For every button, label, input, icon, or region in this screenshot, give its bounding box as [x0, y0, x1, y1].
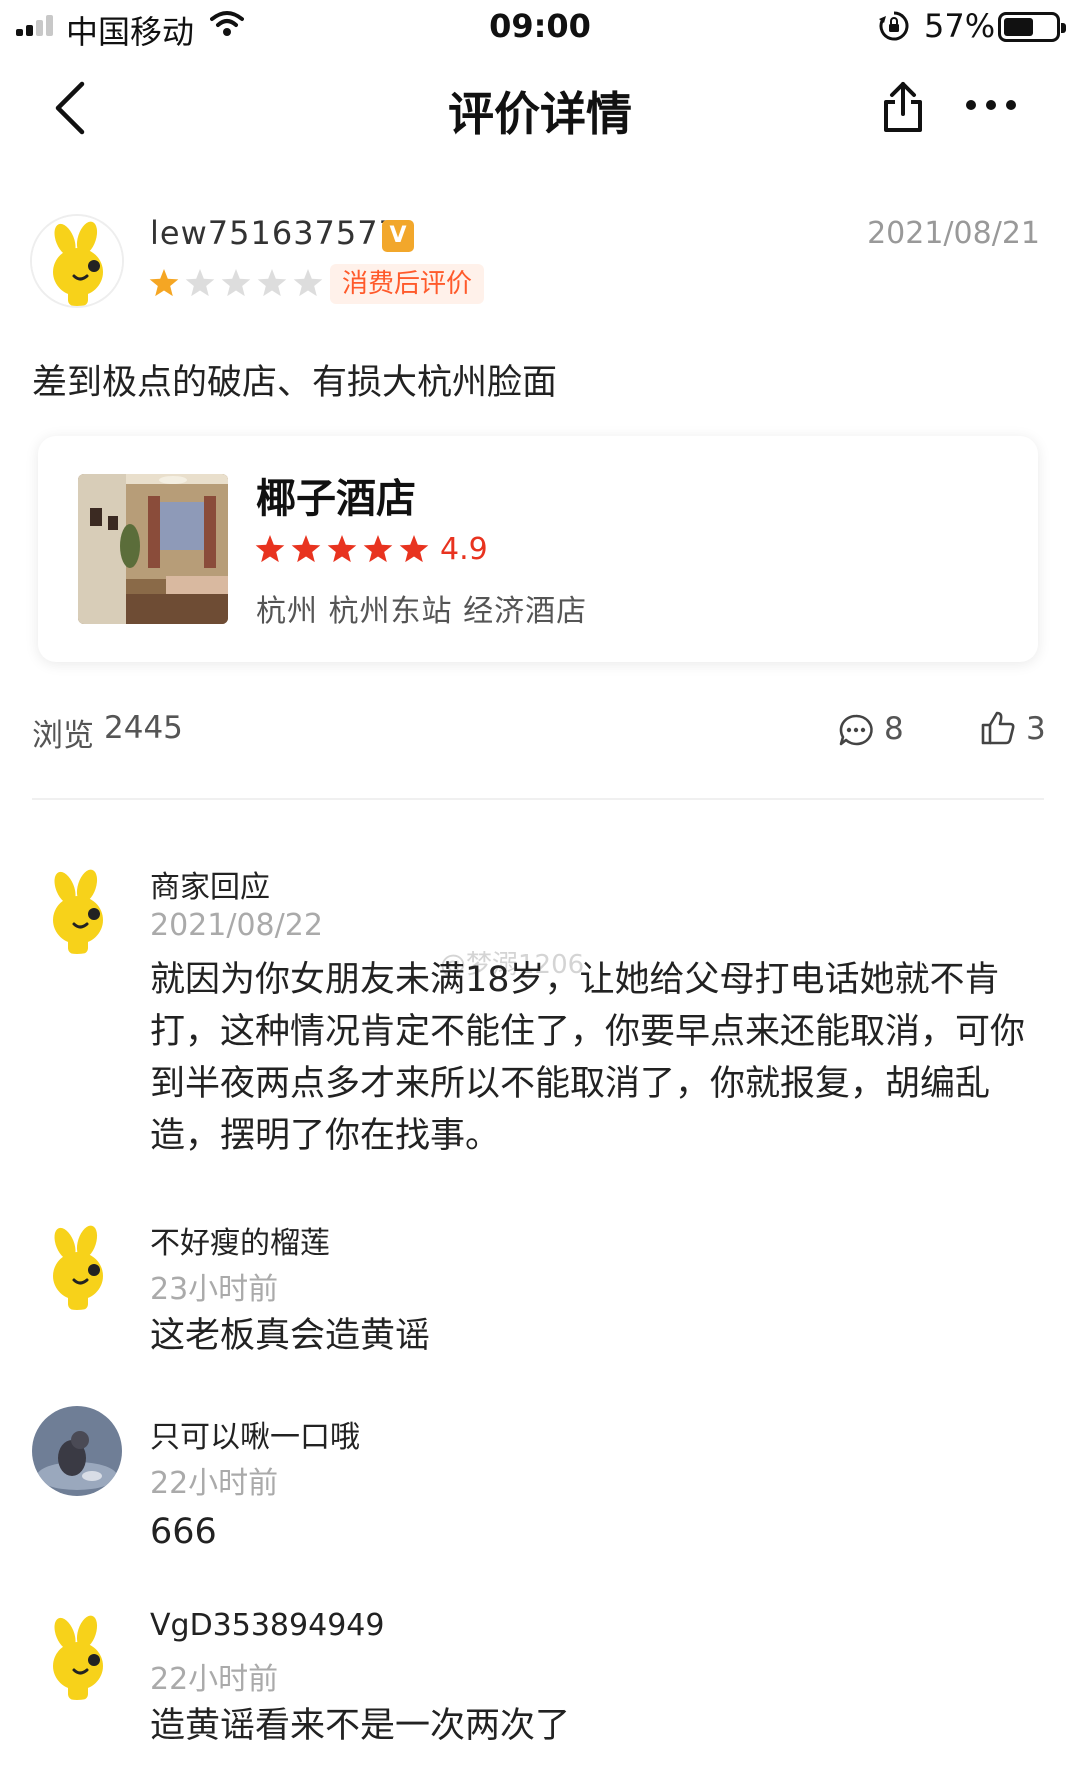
reviewer-avatar[interactable] [32, 216, 122, 306]
comment-text: 造黄谣看来不是一次两次了 [150, 1706, 571, 1746]
battery-percentage: 57% [924, 7, 996, 45]
comment-time: 23小时前 [150, 1272, 279, 1307]
status-bar: 中国移动 09:00 57% [0, 0, 1080, 56]
review-star-empty-icon [293, 269, 323, 297]
review-star-rating [149, 269, 323, 297]
hotel-star-filled-icon [255, 535, 285, 563]
section-divider [32, 798, 1044, 800]
comment-icon[interactable] [838, 713, 874, 747]
hotel-star-filled-icon [363, 535, 393, 563]
reviewer-username[interactable]: lew751637577 [150, 214, 400, 252]
clock: 09:00 [489, 7, 591, 45]
mascot-hand-icon [32, 216, 122, 306]
comment-time: 22小时前 [150, 1662, 279, 1697]
commenter-avatar[interactable] [32, 864, 122, 954]
more-options-icon[interactable] [966, 100, 1018, 112]
review-star-empty-icon [257, 269, 287, 297]
hotel-location: 杭州 杭州东站 经济酒店 [256, 594, 588, 629]
thumbs-up-icon[interactable] [980, 710, 1016, 746]
comment-count: 8 [884, 711, 904, 747]
hotel-star-filled-icon [399, 535, 429, 563]
hotel-rating-score: 4.9 [440, 532, 488, 567]
review-star-empty-icon [221, 269, 251, 297]
views-label: 浏览 [32, 718, 94, 754]
commenter-avatar[interactable] [32, 1406, 122, 1496]
review-star-filled-icon [149, 269, 179, 297]
share-icon[interactable] [880, 80, 926, 134]
mascot-hand-icon [53, 1615, 103, 1700]
commenter-name[interactable]: 只可以啾一口哦 [150, 1412, 360, 1456]
rotation-lock-icon [879, 11, 909, 41]
commenter-name[interactable]: 不好瘦的榴莲 [150, 1218, 330, 1262]
hotel-card[interactable]: 椰子酒店 4.9 杭州 杭州东站 经济酒店 [38, 436, 1038, 662]
hotel-star-filled-icon [291, 535, 321, 563]
commenter-avatar[interactable] [32, 1610, 122, 1700]
hotel-star-filled-icon [327, 535, 357, 563]
hotel-star-rating [255, 535, 429, 563]
review-date: 2021/08/21 [867, 216, 1040, 251]
review-star-empty-icon [185, 269, 215, 297]
comment-text: 666 [150, 1512, 217, 1552]
hotel-name: 椰子酒店 [256, 476, 416, 522]
comment-time: 22小时前 [150, 1466, 279, 1501]
comment-text: 就因为你女朋友未满18岁，让她给父母打电话她就不肯打，这种情况肯定不能住了，你要… [150, 960, 1026, 1156]
commenter-name[interactable]: VgD353894949 [150, 1608, 384, 1643]
battery-icon [998, 12, 1066, 42]
commenter-name[interactable]: 商家回应 [150, 862, 270, 906]
photo-avatar [32, 1406, 122, 1496]
mascot-hand-icon [53, 1225, 103, 1310]
consumed-review-tag: 消费后评价 [330, 264, 485, 304]
views-count: 2445 [104, 710, 183, 746]
mascot-hand-icon [53, 869, 103, 954]
verified-badge-icon: V [382, 220, 414, 252]
commenter-avatar[interactable] [32, 1220, 122, 1310]
like-count: 3 [1026, 711, 1046, 747]
review-text: 差到极点的破店、有损大杭州脸面 [32, 363, 558, 403]
comment-time: 2021/08/22 [150, 908, 323, 943]
comment-text: 这老板真会造黄谣 [150, 1316, 431, 1356]
hotel-photo [78, 474, 228, 624]
